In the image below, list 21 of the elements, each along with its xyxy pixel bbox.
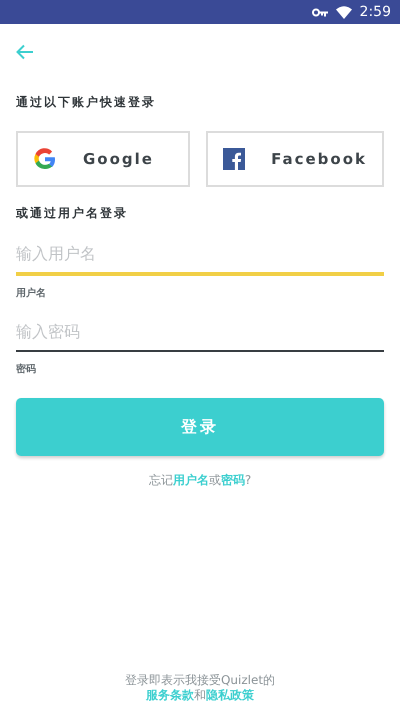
text-link[interactable]: 服务条款 (146, 688, 194, 702)
login-button[interactable]: 登录 (16, 398, 384, 456)
wifi-icon (336, 6, 352, 18)
status-time: 2:59 (360, 4, 391, 20)
terms-text: 登录即表示我接受Quizlet的 (124, 673, 276, 688)
text-link[interactable]: 用户名 (172, 473, 209, 487)
field-label: 密码 (16, 362, 37, 376)
field-label: 用户名 (16, 286, 47, 300)
google-logo-icon (33, 147, 57, 171)
username-field[interactable]: 输入用户名 (16, 238, 384, 276)
facebook-login-button[interactable]: Facebook (206, 131, 384, 187)
terms-links: 服务条款和隐私政策 (146, 688, 254, 703)
text-link[interactable]: 隐私政策 (206, 688, 254, 702)
section-heading: 通过以下账户快速登录 (16, 94, 157, 111)
key-icon (312, 8, 328, 16)
forgot-text: 忘记用户名或密码? (148, 472, 252, 489)
google-login-button[interactable]: Google (16, 131, 190, 187)
facebook-logo-icon (223, 148, 246, 170)
text-link[interactable]: 密码 (220, 473, 245, 487)
section-heading: 或通过用户名登录 (16, 205, 129, 222)
password-field[interactable]: 输入密码 (16, 316, 384, 352)
